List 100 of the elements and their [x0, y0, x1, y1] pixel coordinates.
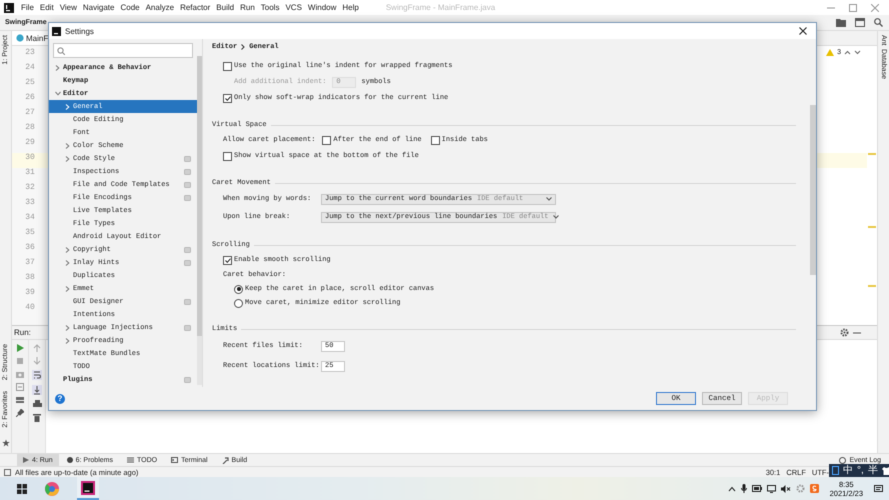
line-number: 24: [24, 63, 36, 74]
wrap-icon[interactable]: [32, 370, 42, 380]
line-number: 35: [24, 228, 36, 239]
menu-item[interactable]: Tools: [258, 3, 282, 12]
menu-item[interactable]: VCS: [282, 3, 305, 12]
chevron-right-icon[interactable]: [65, 324, 70, 330]
play-icon: [23, 457, 29, 463]
windows-logo-icon[interactable]: [17, 484, 27, 494]
menu-item[interactable]: Edit: [36, 3, 57, 12]
run-label: Run:: [14, 328, 31, 337]
print-icon[interactable]: [32, 400, 42, 408]
line-number: 25: [24, 78, 36, 89]
monitor-icon[interactable]: [766, 484, 776, 492]
line-number: 36: [24, 243, 36, 254]
line-number: 33: [24, 198, 36, 209]
shirt-icon[interactable]: [882, 466, 889, 474]
input-method-icon[interactable]: [810, 484, 819, 493]
chevron-right-icon[interactable]: [65, 156, 70, 162]
line-number: 32: [24, 183, 36, 194]
checkbox[interactable]: [223, 94, 232, 102]
chevron-right-icon[interactable]: [65, 246, 70, 252]
checkbox[interactable]: [223, 152, 232, 160]
menu-item[interactable]: Run: [237, 3, 258, 12]
chevron-right-icon[interactable]: [65, 260, 70, 266]
checkmark-icon: [224, 258, 230, 262]
ime-mode[interactable]: 中: [843, 464, 853, 476]
caret-icon: [553, 215, 560, 219]
close-icon[interactable]: [799, 27, 807, 35]
layout-icon[interactable]: [16, 396, 24, 404]
class-icon: [16, 34, 24, 42]
export-icon[interactable]: [16, 383, 24, 391]
settings-icon[interactable]: [840, 328, 849, 337]
chevron-down-icon[interactable]: [854, 50, 861, 55]
chevron-right-icon[interactable]: [65, 286, 70, 292]
line-number: 26: [24, 93, 36, 104]
star-icon[interactable]: [2, 439, 10, 447]
search-icon: [57, 46, 65, 54]
error-stripe-mark: [868, 226, 876, 228]
chevron-up-icon[interactable]: [728, 486, 736, 492]
menu-item[interactable]: Code: [117, 3, 143, 12]
app-logo-icon: [52, 26, 61, 36]
colorful-circle-icon[interactable]: [45, 482, 59, 496]
microphone-icon[interactable]: [740, 484, 747, 493]
battery-icon[interactable]: [752, 485, 762, 492]
line-number: 40: [24, 303, 36, 314]
chevron-right-icon: [241, 44, 246, 50]
line-number: 39: [24, 288, 36, 299]
editor-tab[interactable]: MainF: [12, 31, 50, 45]
checkbox[interactable]: [223, 62, 232, 70]
help-button[interactable]: ?: [55, 394, 65, 404]
radio-button[interactable]: [234, 284, 243, 294]
pin-icon[interactable]: [16, 409, 24, 417]
app-logo-icon[interactable]: [81, 480, 95, 494]
notification-icon[interactable]: [874, 484, 883, 492]
window-title: SwingFrame - MainFrame.java: [386, 3, 496, 12]
menu-item[interactable]: File: [18, 3, 37, 12]
error-stripe-mark: [868, 153, 876, 155]
chevron-right-icon[interactable]: [65, 142, 70, 148]
checkbox[interactable]: [322, 136, 332, 144]
list-icon: [126, 457, 134, 463]
menu-item[interactable]: Build: [213, 3, 238, 12]
line-number: 29: [24, 138, 36, 149]
radio-button[interactable]: [234, 298, 243, 308]
chevron-right-icon[interactable]: [55, 64, 60, 70]
error-stripe-mark: [868, 285, 876, 287]
menu-item[interactable]: Refactor: [177, 3, 214, 12]
trash-icon[interactable]: [33, 413, 41, 422]
checkbox[interactable]: [430, 136, 440, 144]
menu-item[interactable]: Help: [339, 3, 362, 12]
scroll-end-icon[interactable]: [32, 385, 42, 395]
line-number: 30: [12, 153, 48, 168]
line-number: 37: [24, 258, 36, 269]
line-number: 28: [24, 123, 36, 134]
checkbox[interactable]: [223, 256, 232, 264]
warning-icon: [826, 49, 834, 56]
line-number: 23: [24, 48, 36, 59]
search-field[interactable]: [53, 43, 193, 58]
frame-icon: [832, 466, 839, 475]
status-square-icon[interactable]: [4, 468, 11, 476]
search-icon[interactable]: [874, 18, 883, 27]
info-icon: [66, 457, 73, 463]
maximize-icon[interactable]: [849, 4, 857, 12]
chevron-right-icon[interactable]: [65, 338, 70, 344]
folder-icon[interactable]: [836, 18, 846, 27]
speaker-muted-icon[interactable]: [780, 484, 791, 492]
line-number: 38: [24, 273, 36, 284]
menu-item[interactable]: Analyze: [142, 3, 178, 12]
ime-mode[interactable]: 半: [868, 464, 878, 476]
dialog-title: Settings: [65, 26, 94, 36]
ime-mode[interactable]: °,: [857, 464, 864, 476]
window-icon[interactable]: [855, 18, 865, 27]
line-number: 31: [24, 168, 36, 179]
chevron-down-icon[interactable]: [54, 91, 60, 96]
menu-item[interactable]: Window: [304, 3, 340, 12]
menu-item[interactable]: View: [56, 3, 80, 12]
menu-item[interactable]: Navigate: [80, 3, 118, 12]
app-logo-icon: [4, 2, 14, 12]
line-number: 27: [24, 108, 36, 119]
caret-icon: [546, 197, 552, 201]
play-icon[interactable]: [16, 344, 24, 352]
